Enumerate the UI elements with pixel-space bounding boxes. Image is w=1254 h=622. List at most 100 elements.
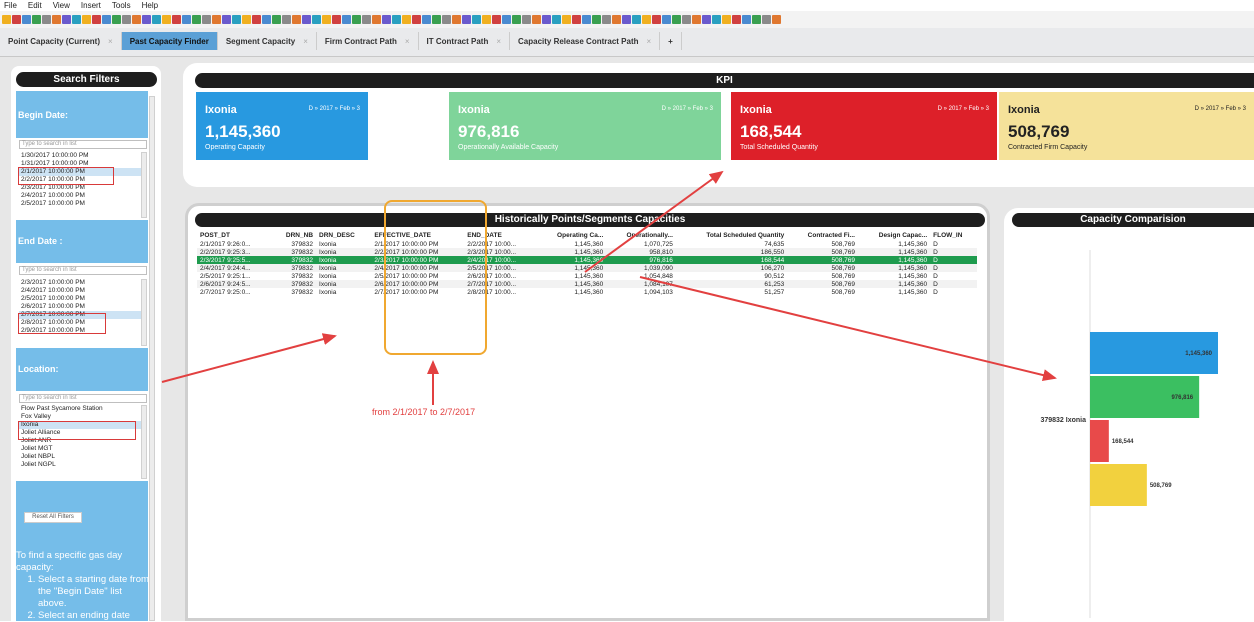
toolbar-tool-icon[interactable] [312, 15, 321, 24]
toolbar-tool-icon[interactable] [192, 15, 201, 24]
toolbar-tool-icon[interactable] [492, 15, 501, 24]
close-icon[interactable]: × [108, 37, 113, 46]
chart-bar[interactable] [1090, 464, 1147, 506]
close-icon[interactable]: × [405, 37, 410, 46]
menu-edit[interactable]: Edit [28, 1, 42, 10]
toolbar-tool-icon[interactable] [82, 15, 91, 24]
list-item[interactable]: 2/4/2017 10:00:00 PM [19, 192, 141, 200]
column-header[interactable]: Operationally... [606, 231, 676, 240]
table-row[interactable]: 2/4/2017 9:24:4... 379832 Ixonia 2/4/2017 1… [197, 264, 977, 272]
toolbar-tool-icon[interactable] [62, 15, 71, 24]
toolbar-tool-icon[interactable] [222, 15, 231, 24]
toolbar-tool-icon[interactable] [542, 15, 551, 24]
list-item[interactable]: 2/5/2017 10:00:00 PM [19, 200, 141, 208]
table-row[interactable]: 2/2/2017 9:25:3... 379832 Ixonia 2/2/2017 1… [197, 248, 977, 256]
toolbar-tool-icon[interactable] [372, 15, 381, 24]
toolbar-tool-icon[interactable] [562, 15, 571, 24]
toolbar-tool-icon[interactable] [432, 15, 441, 24]
end-date-scrollbar[interactable] [141, 279, 147, 346]
toolbar-tool-icon[interactable] [512, 15, 521, 24]
toolbar-tool-icon[interactable] [202, 15, 211, 24]
toolbar-tool-icon[interactable] [442, 15, 451, 24]
toolbar-tool-icon[interactable] [672, 15, 681, 24]
add-tab-button[interactable]: + [660, 32, 682, 50]
toolbar-tool-icon[interactable] [12, 15, 21, 24]
toolbar-tool-icon[interactable] [452, 15, 461, 24]
list-item[interactable]: 2/3/2017 10:00:00 PM [19, 184, 141, 192]
column-header[interactable]: POST_DT [197, 231, 272, 240]
toolbar-tool-icon[interactable] [692, 15, 701, 24]
menu-insert[interactable]: Insert [81, 1, 101, 10]
toolbar-tool-icon[interactable] [702, 15, 711, 24]
tab-segment-capacity[interactable]: Segment Capacity × [218, 32, 317, 50]
toolbar-tool-icon[interactable] [32, 15, 41, 24]
toolbar-tool-icon[interactable] [632, 15, 641, 24]
end-date-search-input[interactable]: Type to search in list [19, 266, 147, 275]
table-row[interactable]: 2/1/2017 9:26:0... 379832 Ixonia 2/1/2017 1… [197, 240, 977, 248]
toolbar-tool-icon[interactable] [722, 15, 731, 24]
tab-capacity-release-contract-path[interactable]: Capacity Release Contract Path × [510, 32, 661, 50]
toolbar-tool-icon[interactable] [272, 15, 281, 24]
toolbar-tool-icon[interactable] [112, 15, 121, 24]
toolbar-tool-icon[interactable] [302, 15, 311, 24]
list-item[interactable]: 2/3/2017 10:00:00 PM [19, 279, 141, 287]
toolbar-tool-icon[interactable] [332, 15, 341, 24]
close-icon[interactable]: × [496, 37, 501, 46]
filter-panel-scrollbar[interactable] [149, 96, 155, 621]
toolbar-tool-icon[interactable] [662, 15, 671, 24]
list-item[interactable]: 2/6/2017 10:00:00 PM [19, 303, 141, 311]
toolbar-tool-icon[interactable] [502, 15, 511, 24]
list-item[interactable]: Fox Valley [19, 413, 141, 421]
begin-date-search-input[interactable]: Type to search in list [19, 140, 147, 149]
tab-firm-contract-path[interactable]: Firm Contract Path × [317, 32, 419, 50]
toolbar-tool-icon[interactable] [552, 15, 561, 24]
column-header[interactable]: DRN_NB [272, 231, 316, 240]
toolbar-tool-icon[interactable] [182, 15, 191, 24]
tab-point-capacity[interactable]: Point Capacity (Current) × [0, 32, 122, 50]
menu-help[interactable]: Help [142, 1, 158, 10]
toolbar-tool-icon[interactable] [612, 15, 621, 24]
toolbar-tool-icon[interactable] [712, 15, 721, 24]
toolbar-tool-icon[interactable] [682, 15, 691, 24]
toolbar-tool-icon[interactable] [52, 15, 61, 24]
column-header[interactable]: Total Scheduled Quantity [676, 231, 787, 240]
toolbar-tool-icon[interactable] [232, 15, 241, 24]
begin-date-list[interactable]: 1/30/2017 10:00:00 PM 1/31/2017 10:00:00… [19, 152, 141, 218]
column-header[interactable]: Design Capac... [858, 231, 930, 240]
toolbar-tool-icon[interactable] [422, 15, 431, 24]
toolbar-tool-icon[interactable] [732, 15, 741, 24]
toolbar-tool-icon[interactable] [2, 15, 11, 24]
toolbar-tool-icon[interactable] [352, 15, 361, 24]
toolbar-tool-icon[interactable] [22, 15, 31, 24]
column-header[interactable]: Contracted Fi... [787, 231, 858, 240]
toolbar-tool-icon[interactable] [762, 15, 771, 24]
location-list[interactable]: Flow Past Sycamore Station Fox Valley Ix… [19, 405, 141, 479]
toolbar-tool-icon[interactable] [752, 15, 761, 24]
toolbar-tool-icon[interactable] [92, 15, 101, 24]
toolbar-tool-icon[interactable] [122, 15, 131, 24]
tab-past-capacity-finder[interactable]: Past Capacity Finder [121, 32, 218, 50]
toolbar-tool-icon[interactable] [282, 15, 291, 24]
begin-date-scrollbar[interactable] [141, 152, 147, 218]
toolbar-tool-icon[interactable] [472, 15, 481, 24]
list-item[interactable]: 1/30/2017 10:00:00 PM [19, 152, 141, 160]
toolbar-tool-icon[interactable] [572, 15, 581, 24]
location-scrollbar[interactable] [141, 405, 147, 479]
toolbar-tool-icon[interactable] [172, 15, 181, 24]
toolbar-tool-icon[interactable] [602, 15, 611, 24]
toolbar-tool-icon[interactable] [242, 15, 251, 24]
toolbar-tool-icon[interactable] [462, 15, 471, 24]
menu-tools[interactable]: Tools [112, 1, 131, 10]
reset-filters-button[interactable]: Reset All Filters [24, 512, 82, 523]
toolbar-tool-icon[interactable] [382, 15, 391, 24]
toolbar-tool-icon[interactable] [132, 15, 141, 24]
chart-bar[interactable] [1090, 420, 1109, 462]
table-row[interactable]: 2/7/2017 9:25:0... 379832 Ixonia 2/7/2017 1… [197, 288, 977, 296]
toolbar-tool-icon[interactable] [532, 15, 541, 24]
toolbar-tool-icon[interactable] [622, 15, 631, 24]
toolbar-tool-icon[interactable] [162, 15, 171, 24]
toolbar-tool-icon[interactable] [292, 15, 301, 24]
toolbar-tool-icon[interactable] [652, 15, 661, 24]
table-row-selected[interactable]: 2/3/2017 9:25:5... 379832 Ixonia 2/3/2017 1… [197, 256, 977, 264]
list-item[interactable]: Joliet MGT [19, 445, 141, 453]
